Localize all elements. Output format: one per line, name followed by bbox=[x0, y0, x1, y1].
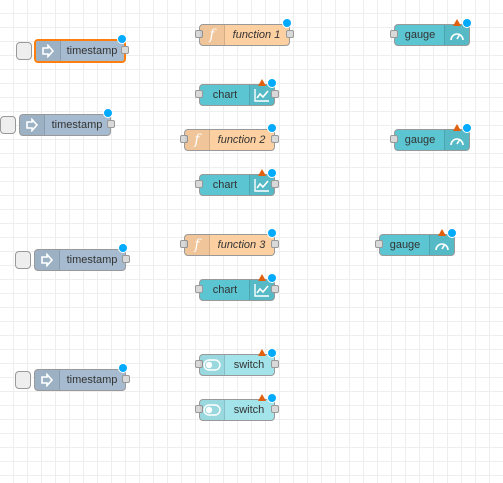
changed-indicator bbox=[282, 18, 292, 28]
error-triangle-icon bbox=[258, 394, 266, 401]
output-port[interactable] bbox=[122, 255, 130, 263]
error-triangle-icon bbox=[453, 19, 461, 26]
node-label: timestamp bbox=[66, 374, 118, 386]
function-node-3[interactable]: f function 3 bbox=[180, 228, 279, 256]
arrow-in-icon bbox=[35, 250, 60, 270]
switch-node-2[interactable]: switch bbox=[195, 393, 279, 421]
arrow-in-icon bbox=[35, 370, 60, 390]
output-port[interactable] bbox=[271, 180, 279, 188]
changed-indicator bbox=[267, 273, 277, 283]
output-port[interactable] bbox=[271, 240, 279, 248]
error-triangle-icon bbox=[453, 124, 461, 131]
output-port[interactable] bbox=[271, 405, 279, 413]
node-label: chart bbox=[212, 179, 238, 191]
inject-trigger-button[interactable] bbox=[0, 116, 16, 134]
arrow-in-icon bbox=[36, 41, 61, 61]
node-label: gauge bbox=[389, 239, 421, 251]
output-port[interactable] bbox=[107, 120, 115, 128]
gauge-icon bbox=[444, 130, 469, 150]
arrow-in-icon bbox=[20, 115, 45, 135]
gauge-node-3[interactable]: gauge bbox=[375, 228, 457, 256]
inject-node-timestamp-2[interactable]: timestamp bbox=[0, 108, 115, 136]
error-triangle-icon bbox=[258, 349, 266, 356]
function-node-1[interactable]: f function 1 bbox=[195, 18, 294, 46]
output-port[interactable] bbox=[122, 375, 130, 383]
changed-indicator bbox=[118, 243, 128, 253]
inject-node-timestamp-1[interactable]: timestamp bbox=[16, 34, 129, 63]
inject-node-timestamp-4[interactable]: timestamp bbox=[15, 363, 130, 391]
changed-indicator bbox=[267, 393, 277, 403]
node-label: function 3 bbox=[217, 239, 266, 251]
inject-node-timestamp-3[interactable]: timestamp bbox=[15, 243, 130, 271]
gauge-icon bbox=[429, 235, 454, 255]
gauge-node-1[interactable]: gauge bbox=[390, 18, 472, 46]
output-port[interactable] bbox=[271, 90, 279, 98]
node-label: switch bbox=[233, 359, 265, 371]
node-label: gauge bbox=[404, 29, 436, 41]
error-triangle-icon bbox=[438, 229, 446, 236]
switch-node-1[interactable]: switch bbox=[195, 348, 279, 376]
function-icon: f bbox=[185, 235, 210, 255]
chart-node-1[interactable]: chart bbox=[195, 78, 279, 106]
changed-indicator bbox=[267, 348, 277, 358]
changed-indicator bbox=[462, 18, 472, 28]
error-triangle-icon bbox=[258, 79, 266, 86]
node-label: chart bbox=[212, 284, 238, 296]
output-port[interactable] bbox=[271, 360, 279, 368]
node-label: timestamp bbox=[66, 45, 118, 57]
node-label: chart bbox=[212, 89, 238, 101]
node-label: timestamp bbox=[51, 119, 103, 131]
gauge-node-2[interactable]: gauge bbox=[390, 123, 472, 151]
inject-trigger-button[interactable] bbox=[16, 42, 32, 60]
inject-trigger-button[interactable] bbox=[15, 371, 31, 389]
output-port[interactable] bbox=[121, 46, 129, 54]
changed-indicator bbox=[117, 34, 127, 44]
changed-indicator bbox=[462, 123, 472, 133]
gauge-icon bbox=[444, 25, 469, 45]
changed-indicator bbox=[447, 228, 457, 238]
node-label: gauge bbox=[404, 134, 436, 146]
function-icon: f bbox=[185, 130, 210, 150]
function-node-2[interactable]: f function 2 bbox=[180, 123, 279, 151]
changed-indicator bbox=[118, 363, 128, 373]
output-port[interactable] bbox=[286, 30, 294, 38]
error-triangle-icon bbox=[258, 169, 266, 176]
node-label: timestamp bbox=[66, 254, 118, 266]
inject-trigger-button[interactable] bbox=[15, 251, 31, 269]
toggle-icon bbox=[200, 355, 225, 375]
toggle-icon bbox=[200, 400, 225, 420]
output-port[interactable] bbox=[271, 285, 279, 293]
function-icon: f bbox=[200, 25, 225, 45]
changed-indicator bbox=[267, 78, 277, 88]
chart-node-3[interactable]: chart bbox=[195, 273, 279, 301]
node-label: function 2 bbox=[217, 134, 266, 146]
changed-indicator bbox=[267, 123, 277, 133]
chart-node-2[interactable]: chart bbox=[195, 168, 279, 196]
node-label: switch bbox=[233, 404, 265, 416]
node-label: function 1 bbox=[232, 29, 281, 41]
changed-indicator bbox=[267, 228, 277, 238]
output-port[interactable] bbox=[271, 135, 279, 143]
changed-indicator bbox=[267, 168, 277, 178]
error-triangle-icon bbox=[258, 274, 266, 281]
changed-indicator bbox=[103, 108, 113, 118]
